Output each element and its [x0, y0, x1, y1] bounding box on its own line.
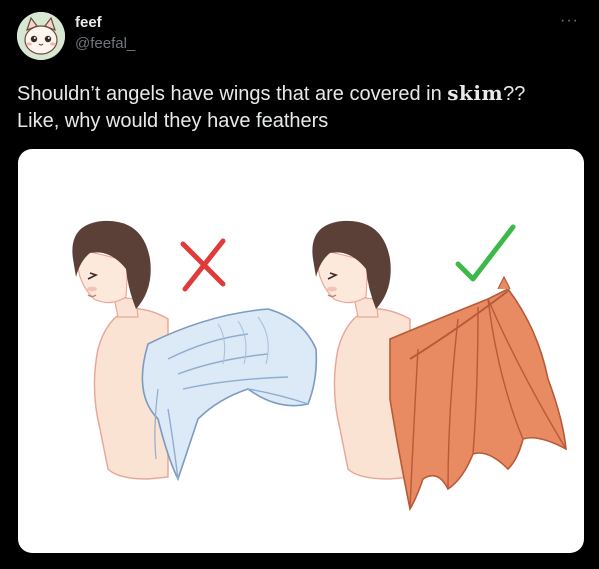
tweet-media-image[interactable]: [18, 149, 584, 553]
illustration: [72, 220, 567, 512]
tweet-line-1: Shouldn’t angels have wings that are cov…: [17, 80, 587, 108]
author-display-name[interactable]: feef: [75, 14, 102, 31]
tweet-line-1-end: ??: [503, 83, 526, 105]
author-avatar[interactable]: [17, 12, 65, 60]
feathered-wing-icon: [141, 308, 318, 482]
tweet-line-1-start: Shouldn’t angels have wings that are cov…: [17, 83, 448, 105]
tweet-text: Shouldn’t angels have wings that are cov…: [17, 80, 587, 135]
red-x-icon: [180, 238, 226, 292]
green-check-icon: [455, 224, 516, 282]
more-options-icon[interactable]: ···: [560, 12, 579, 30]
cat-avatar-icon: [17, 12, 65, 60]
tweet-line-2: Like, why would they have feathers: [17, 110, 329, 132]
author-handle[interactable]: @feefal_: [75, 35, 135, 52]
tweet-stylized-word: skim: [447, 81, 504, 105]
bat-wing-icon: [389, 275, 567, 512]
